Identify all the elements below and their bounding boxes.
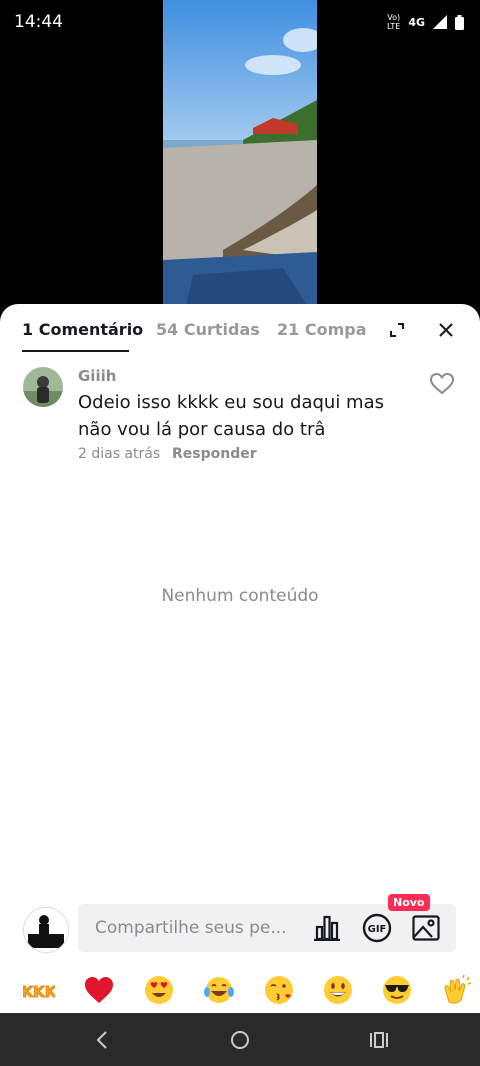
gif-icon: GIF [362,913,392,943]
video-preview[interactable] [163,0,317,320]
my-avatar-image [24,908,68,952]
expand-icon [390,323,404,337]
sunglasses-face-graphic [383,976,411,1004]
face-blowing-kiss-graphic [265,976,293,1004]
new-badge: Novo [388,894,430,911]
tab-shares-clip: 21 Compartilhamentos [277,320,367,339]
tab-likes[interactable]: 54 Curtidas [156,320,260,339]
face-blowing-kiss-icon[interactable] [263,974,295,1006]
sheet-tabs: 1 Comentário 54 Curtidas 21 Compartilham… [0,304,480,354]
commenter-username[interactable]: Giiih [78,367,116,385]
svg-text:KKK: KKK [23,983,55,1001]
clapping-hands-graphic [444,974,472,1004]
heart-outline-icon [430,373,454,395]
tears-of-joy-icon[interactable] [203,974,235,1006]
expand-button[interactable] [385,318,409,342]
emoji-quick-bar: KKK [0,972,480,1012]
back-button[interactable] [88,1027,116,1053]
heart-eyes-icon[interactable] [143,974,175,1006]
home-button[interactable] [226,1027,254,1053]
comment-input[interactable]: Compartilhe seus pe... Novo GIF [78,894,456,952]
comment-input-bar: Compartilhe seus pe... Novo GIF [0,894,480,956]
close-button[interactable] [434,318,458,342]
active-tab-indicator [22,350,129,352]
like-comment-button[interactable] [428,370,456,398]
kkk-sticker-icon[interactable]: KKK [21,974,58,1006]
bar-chart-icon [314,915,340,941]
my-avatar[interactable] [23,907,69,953]
network-type: 4G [408,15,425,29]
close-icon [439,323,453,337]
empty-state-text: Nenhum conteúdo [161,586,319,606]
kkk-sticker-graphic: KKK [21,983,58,1002]
reply-button[interactable]: Responder [172,446,257,462]
comment-text: Odeio isso kkkk eu sou daqui mas não vou… [78,392,384,440]
recents-button[interactable] [365,1027,393,1053]
comments-sheet: 1 Comentário 54 Curtidas 21 Compartilham… [0,304,480,1013]
comment-input-placeholder: Compartilhe seus pe... [95,918,287,938]
home-icon [231,1031,249,1049]
red-heart-icon[interactable] [83,974,115,1006]
comment-timestamp: 2 dias atrás [78,446,161,462]
tab-shares[interactable]: 21 Compartilhamentos [277,320,367,339]
grinning-face-icon[interactable] [322,974,354,1006]
tab-comments[interactable]: 1 Comentário [22,320,143,339]
recents-icon [370,1032,388,1048]
red-heart-graphic [85,977,113,1003]
battery-icon [455,14,464,30]
grinning-face-graphic [324,976,352,1004]
tears-of-joy-graphic [204,977,234,1003]
status-icons: Vo) LTE 4G [387,13,464,31]
poll-button[interactable] [312,913,342,943]
status-time: 14:44 [14,12,63,32]
system-nav-bar [0,1013,480,1066]
commenter-avatar[interactable] [23,367,63,407]
image-button[interactable] [411,913,441,943]
back-icon [96,1031,107,1049]
image-icon [412,915,440,941]
sunglasses-face-icon[interactable] [381,974,413,1006]
heart-eyes-graphic [145,976,173,1004]
beach-video-frame [163,0,317,320]
signal-icon [433,15,447,29]
volte-indicator: Vo) LTE [387,13,401,31]
gif-button[interactable]: GIF [362,913,392,943]
clapping-hands-icon[interactable] [441,974,473,1006]
svg-text:GIF: GIF [368,924,387,935]
commenter-avatar-image [23,367,63,407]
